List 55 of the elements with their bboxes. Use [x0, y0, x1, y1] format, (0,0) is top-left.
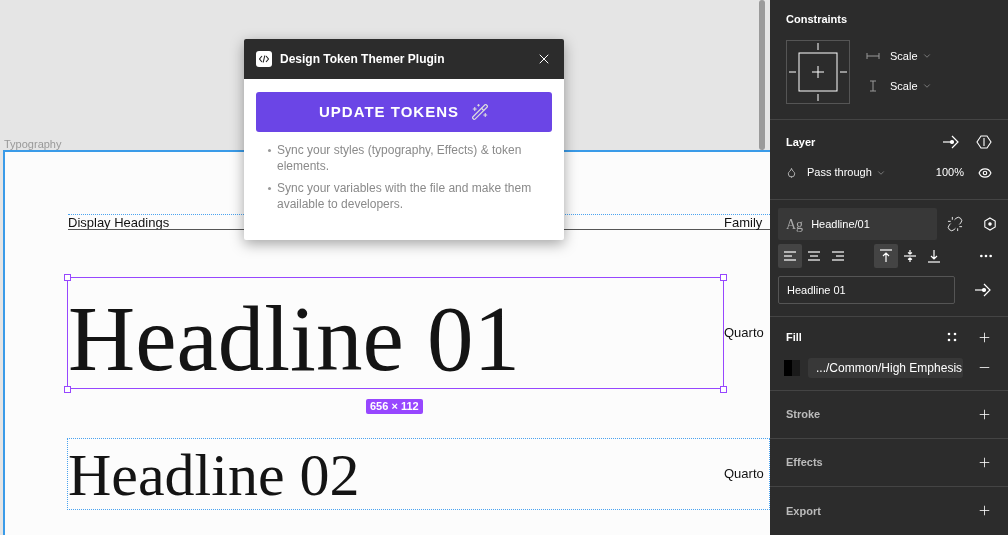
color-swatch[interactable]: [784, 359, 800, 376]
visibility-icon[interactable]: [978, 165, 992, 180]
text-layer[interactable]: Headline 01: [67, 277, 724, 389]
resize-handle[interactable]: [64, 386, 71, 393]
blend-icon: [786, 167, 797, 178]
code-icon: [256, 51, 272, 67]
apply-style-icon[interactable]: [974, 282, 992, 299]
horizontal-dropdown[interactable]: Scale: [890, 47, 932, 64]
scrollbar[interactable]: [759, 0, 765, 150]
opacity-value[interactable]: 100%: [935, 164, 964, 181]
vertical-align-button[interactable]: [874, 244, 898, 269]
section-title: Effects: [786, 455, 824, 471]
text-style-icon: Ag: [786, 213, 804, 235]
align-bottom-icon: [926, 248, 942, 265]
apply-style-icon[interactable]: [942, 134, 960, 150]
blend-dropdown[interactable]: Pass through: [807, 164, 936, 181]
horizontal-constraint-icon: [866, 50, 880, 61]
family-text: Quarto: [724, 466, 764, 481]
family-text: Quarto: [724, 325, 764, 340]
add-icon[interactable]: [977, 329, 992, 345]
section-title: Stroke: [786, 407, 822, 423]
resize-handle[interactable]: [720, 274, 727, 281]
resize-handle[interactable]: [720, 386, 727, 393]
text-align-button[interactable]: [778, 244, 802, 269]
column-heading: Family: [724, 215, 763, 230]
add-icon[interactable]: [977, 406, 992, 422]
text-style-name: Headline/01: [811, 217, 870, 233]
vertical-dropdown[interactable]: Scale: [890, 78, 932, 95]
detach-icon[interactable]: [947, 216, 963, 233]
bullet-text: Sync your styles (typography, Effects) & token elements.: [277, 142, 523, 174]
dialog-title: Design Token Themer Plugin: [280, 51, 446, 68]
section-title: Layer: [786, 134, 817, 150]
style-settings-icon[interactable]: [983, 217, 997, 232]
align-middle-icon: [902, 248, 918, 265]
align-top-icon: [878, 248, 894, 265]
section-title: Export: [786, 503, 822, 519]
bullet-text: Sync your variables with the file and make them available to developers.: [277, 180, 533, 212]
magic-wand-icon: [471, 103, 489, 121]
styles-icon[interactable]: [947, 332, 957, 343]
constraint-widget[interactable]: [786, 39, 850, 104]
fill-style-field[interactable]: .../Common/High Emphesis: [808, 357, 963, 378]
section-title: Constraints: [786, 12, 849, 27]
text-content-field[interactable]: Headline 01: [778, 276, 955, 305]
text-style-selector[interactable]: Ag Headline/01: [778, 208, 937, 241]
frame-label: Typography: [4, 137, 62, 152]
update-tokens-button[interactable]: UPDATE TOKENS: [256, 92, 552, 132]
resize-handle[interactable]: [64, 274, 71, 281]
add-icon[interactable]: [977, 454, 992, 470]
section-heading: Display Headings: [68, 215, 170, 230]
component-icon[interactable]: [976, 134, 992, 150]
section-title: Fill: [786, 330, 803, 346]
add-icon[interactable]: [977, 503, 992, 519]
headline-text: Headline 02: [68, 445, 360, 505]
size-label: 656 × 112: [366, 399, 423, 414]
headline-text: Headline 01: [68, 292, 520, 385]
